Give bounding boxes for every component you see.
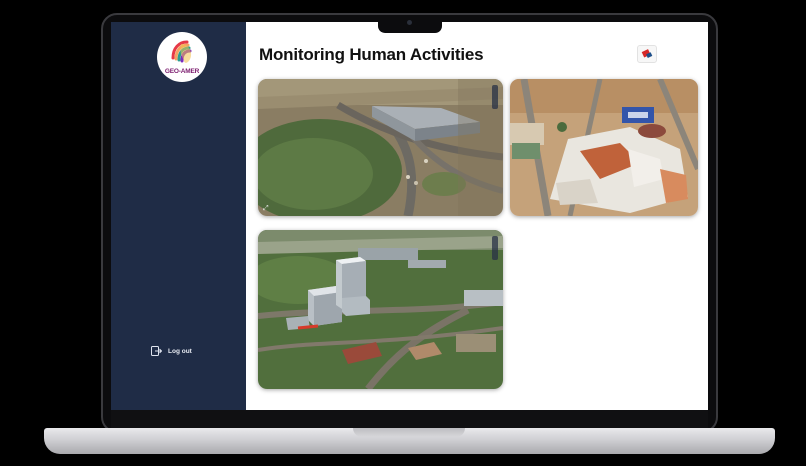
logo-wordmark: GEO-AMER <box>164 68 200 75</box>
sidebar: GEO-AMER Log out <box>111 22 246 410</box>
laptop-base <box>44 428 775 454</box>
logout-label: Log out <box>168 347 192 355</box>
map-card-market[interactable] <box>510 79 698 216</box>
towers-3d-map-image <box>258 230 503 389</box>
map-zoom-controls[interactable] <box>492 85 498 109</box>
map-card-towers[interactable] <box>258 230 503 389</box>
logout-button[interactable]: Log out <box>151 345 192 357</box>
app-screen: GEO-AMER Log out Monitoring Human Activi… <box>111 22 708 410</box>
interchange-3d-map-image <box>258 79 503 216</box>
language-button[interactable] <box>637 45 657 63</box>
base-notch <box>353 428 465 437</box>
flag-icon <box>641 48 653 58</box>
logout-icon <box>151 346 162 356</box>
screen-bezel-bottom <box>111 410 708 428</box>
map-card-interchange[interactable]: ⤢ <box>258 79 503 216</box>
camera-icon <box>407 20 412 25</box>
camera-notch <box>378 15 442 33</box>
geo-amer-logo: GEO-AMER <box>157 32 207 82</box>
map-zoom-controls[interactable] <box>492 236 498 260</box>
market-3d-map-image <box>510 79 698 216</box>
page-title: Monitoring Human Activities <box>259 45 484 64</box>
expand-icon[interactable]: ⤢ <box>263 205 269 213</box>
